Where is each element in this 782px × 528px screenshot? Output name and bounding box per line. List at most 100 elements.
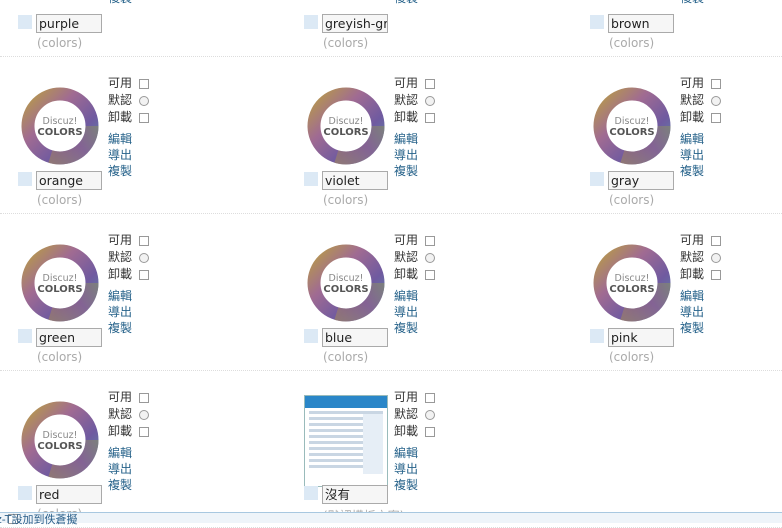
default-radio[interactable] [139,96,149,106]
default-label: 默認 [394,93,419,107]
style-row: Discuz! COLORS 可用 默認 卸載 編輯 導出 複製 red (co… [0,371,782,528]
copy-link[interactable]: 複製 [108,320,132,336]
default-radio[interactable] [425,253,435,263]
available-label: 可用 [394,76,419,90]
style-select-box[interactable] [590,172,604,186]
style-select-box[interactable] [590,15,604,29]
card-actions: 編輯 導出 複製 [108,131,132,179]
copy-link[interactable]: 複製 [108,163,132,179]
style-select-box[interactable] [304,329,318,343]
logo-text-discuz: Discuz! [329,116,364,127]
colors-ring-icon: Discuz! COLORS [593,87,671,165]
card-actions: 編輯 導出 複製 [108,445,132,493]
style-select-box[interactable] [18,329,32,343]
export-link[interactable]: 導出 [680,147,704,163]
style-select-box[interactable] [304,15,318,29]
default-radio[interactable] [711,96,721,106]
style-select-box[interactable] [304,486,318,500]
available-checkbox[interactable] [139,236,149,246]
uninstall-label: 卸載 [680,267,705,281]
available-checkbox[interactable] [425,393,435,403]
colors-logo[interactable]: Discuz! COLORS [593,244,671,322]
edit-link[interactable]: 編輯 [680,288,704,304]
export-link[interactable]: 導出 [680,304,704,320]
style-name-input[interactable]: green [36,328,102,347]
available-checkbox[interactable] [711,79,721,89]
style-select-box[interactable] [18,486,32,500]
default-radio[interactable] [425,96,435,106]
card-actions: 編輯 導出 複製 [394,445,418,493]
style-subtitle: (colors) [609,193,655,207]
colors-logo[interactable]: Discuz! COLORS [307,244,385,322]
style-name-input[interactable]: red [36,485,102,504]
footer-bar: z-T設加到佚蒼擬 [0,512,782,526]
available-checkbox[interactable] [139,79,149,89]
copy-link[interactable]: 複製 [108,477,132,493]
card-actions: 編輯 導出 複製 [680,288,704,336]
uninstall-checkbox[interactable] [425,427,435,437]
copy-link[interactable]: 複製 [680,320,704,336]
colors-logo[interactable]: Discuz! COLORS [21,401,99,479]
default-label: 默認 [680,250,705,264]
style-card-greyish: 複製 greyish-gr (colors) [286,0,572,56]
uninstall-checkbox[interactable] [139,427,149,437]
uninstall-checkbox[interactable] [425,270,435,280]
uninstall-checkbox[interactable] [425,113,435,123]
copy-link[interactable]: 複製 [394,320,418,336]
style-name-input[interactable]: purple [36,14,102,33]
logo-text-discuz: Discuz! [615,116,650,127]
available-label: 可用 [108,233,133,247]
colors-logo[interactable]: Discuz! COLORS [593,87,671,165]
style-name-input[interactable]: violet [322,171,388,190]
style-name-input[interactable]: greyish-gr [322,14,388,33]
style-name-input[interactable]: gray [608,171,674,190]
colors-logo[interactable]: Discuz! COLORS [21,87,99,165]
style-select-box[interactable] [304,172,318,186]
edit-link[interactable]: 編輯 [394,445,418,461]
copy-link[interactable]: 複製 [394,0,418,6]
uninstall-checkbox[interactable] [711,113,721,123]
available-checkbox[interactable] [139,393,149,403]
style-subtitle: (colors) [37,36,83,50]
available-checkbox[interactable] [425,236,435,246]
export-link[interactable]: 導出 [394,461,418,477]
copy-link[interactable]: 複製 [680,0,704,6]
default-radio[interactable] [139,253,149,263]
export-link[interactable]: 導出 [108,461,132,477]
style-select-box[interactable] [18,172,32,186]
default-radio[interactable] [139,410,149,420]
edit-link[interactable]: 編輯 [108,131,132,147]
style-name-input[interactable]: 沒有 [322,485,388,504]
style-name-input[interactable]: brown [608,14,674,33]
available-checkbox[interactable] [425,79,435,89]
colors-logo[interactable]: Discuz! COLORS [21,244,99,322]
edit-link[interactable]: 編輯 [108,445,132,461]
export-link[interactable]: 導出 [108,147,132,163]
style-select-box[interactable] [590,329,604,343]
logo-text-colors: COLORS [37,284,82,295]
export-link[interactable]: 導出 [108,304,132,320]
uninstall-checkbox[interactable] [139,113,149,123]
copy-link[interactable]: 複製 [394,163,418,179]
edit-link[interactable]: 編輯 [394,288,418,304]
export-link[interactable]: 導出 [394,147,418,163]
style-select-box[interactable] [18,15,32,29]
style-controls: 可用 默認 卸載 [108,389,168,440]
available-checkbox[interactable] [711,236,721,246]
copy-link[interactable]: 複製 [680,163,704,179]
export-link[interactable]: 導出 [394,304,418,320]
edit-link[interactable]: 編輯 [394,131,418,147]
edit-link[interactable]: 編輯 [680,131,704,147]
copy-link[interactable]: 複製 [394,477,418,493]
uninstall-checkbox[interactable] [711,270,721,280]
uninstall-checkbox[interactable] [139,270,149,280]
default-radio[interactable] [711,253,721,263]
default-radio[interactable] [425,410,435,420]
style-preview-thumbnail[interactable] [304,395,388,487]
edit-link[interactable]: 編輯 [108,288,132,304]
style-name-input[interactable]: pink [608,328,674,347]
copy-link[interactable]: 複製 [108,0,132,6]
colors-logo[interactable]: Discuz! COLORS [307,87,385,165]
style-name-input[interactable]: orange [36,171,102,190]
style-name-input[interactable]: blue [322,328,388,347]
